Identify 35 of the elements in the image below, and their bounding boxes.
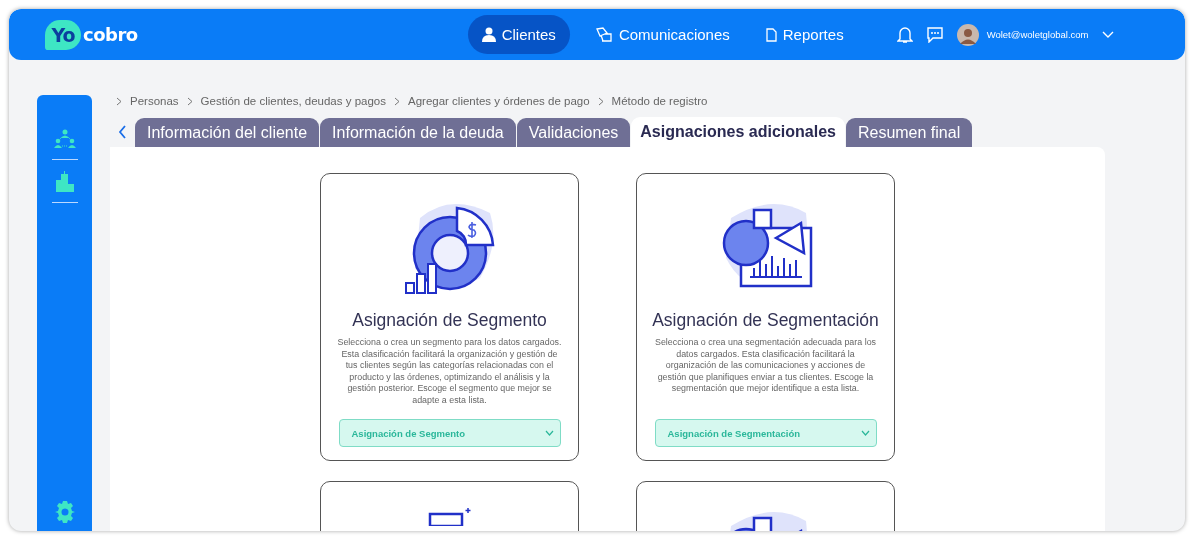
tab[interactable]: Validaciones xyxy=(516,118,631,147)
tab[interactable]: Información de la deuda xyxy=(320,118,516,147)
card-description: Selecciona o crea una segmentación adecuada para los datos cargados. Esta clasificación facilitará la organización de las comunicaciones y acciones de gestión que planifiques enviar a tus clientes. Escoge la segmentación que mejor identifique a esta lista. xyxy=(653,337,877,396)
tab[interactable]: Resumen final xyxy=(845,118,973,147)
logo-mark: Yo xyxy=(45,19,81,50)
avatar[interactable] xyxy=(956,23,979,46)
chevron-down-icon xyxy=(860,430,870,436)
breadcrumb-link[interactable]: Personas xyxy=(130,95,179,107)
user-email[interactable]: Wolet@woletglobal.com xyxy=(986,29,1089,40)
chevron-right-icon xyxy=(186,96,193,106)
card-description: Selecciona o crea un segmento para los datos cargados. Esta clasificación facilitará la organización y gestión de tus clientes según las categorías relacionadas con el producto y las órdenes, optimizando el análisis y la gestión posterior. Escoge el segmento que mejor se adapte a esta lista. xyxy=(336,337,563,407)
nav-link[interactable]: Reportes xyxy=(754,15,855,54)
document-icon xyxy=(765,27,777,42)
chevron-down-icon xyxy=(544,430,554,436)
logo-text: cobro xyxy=(83,24,138,45)
chevron-right-icon xyxy=(116,96,122,106)
logo[interactable]: Yo cobro xyxy=(45,19,138,50)
back-icon[interactable] xyxy=(118,125,127,139)
tab[interactable]: Información del cliente xyxy=(135,118,320,147)
nav-link[interactable]: Clientes xyxy=(467,15,570,54)
notification-icon[interactable] xyxy=(896,25,913,44)
breadcrumb-link[interactable]: Gestión de clientes, deudas y pagos xyxy=(200,95,386,107)
tab[interactable]: Asignaciones adicionales xyxy=(631,117,845,147)
card-title: Asignación de Segmentación xyxy=(652,310,879,331)
card-title: Asignación de Segmento xyxy=(352,310,547,331)
chat-icon[interactable] xyxy=(925,26,944,43)
breadcrumb-link[interactable]: Método de registro xyxy=(611,95,708,107)
nav-link[interactable]: Comunicaciones xyxy=(583,15,741,54)
breadcrumb-link[interactable]: Agregar clientes y órdenes de pago xyxy=(408,95,590,107)
chevron-down-icon[interactable] xyxy=(1101,30,1114,39)
chevron-right-icon xyxy=(597,96,604,106)
person-icon xyxy=(481,27,496,42)
people-network-icon[interactable] xyxy=(53,129,76,149)
buildings-icon[interactable] xyxy=(55,171,74,192)
chevron-right-icon xyxy=(394,96,400,106)
